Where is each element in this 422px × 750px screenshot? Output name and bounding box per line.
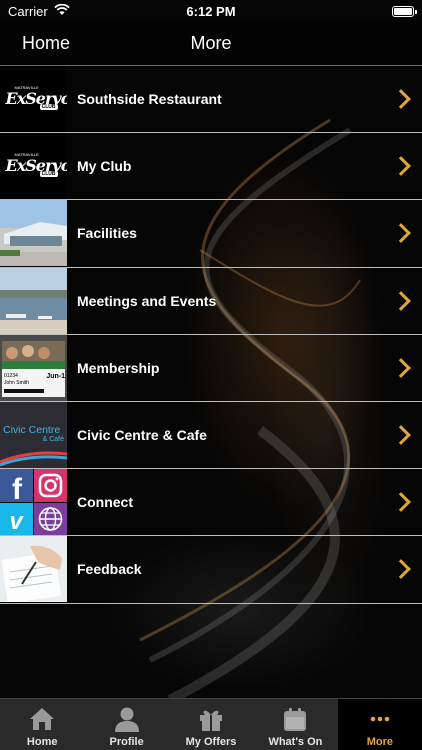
chevron-right-icon bbox=[391, 492, 411, 513]
menu-item-label: Feedback bbox=[77, 561, 142, 578]
svg-text:f: f bbox=[12, 473, 23, 506]
civic-centre-logo-line1: Civic Centre bbox=[3, 424, 61, 437]
tab-label: What's On bbox=[268, 736, 323, 748]
civic-centre-logo-line2: & Café bbox=[42, 436, 64, 444]
home-icon bbox=[28, 705, 56, 733]
civic-centre-logo-thumb: Civic Centre & Café bbox=[0, 402, 67, 469]
membership-card-thumb: Jun-1 01234 John Smith bbox=[0, 334, 67, 401]
card-month: Jun-1 bbox=[46, 372, 65, 380]
tab-whats-on[interactable]: What's On bbox=[253, 699, 337, 750]
more-menu-list: MATRAVILLE ExServos CLUB Southside Resta… bbox=[0, 66, 422, 604]
menu-item-label: Southside Restaurant bbox=[77, 91, 222, 108]
battery-icon bbox=[392, 5, 417, 17]
menu-item-label: Connect bbox=[77, 494, 133, 511]
card-number: 01234 bbox=[4, 372, 18, 379]
chevron-right-icon bbox=[391, 223, 411, 244]
tab-label: More bbox=[366, 736, 393, 748]
building-photo-thumb bbox=[0, 200, 67, 267]
chevron-right-icon bbox=[391, 290, 411, 311]
social-icons-thumb: f v bbox=[0, 469, 67, 536]
menu-item-feedback[interactable]: Feedback bbox=[0, 536, 422, 604]
tab-label: Home bbox=[26, 736, 58, 748]
calendar-icon bbox=[281, 705, 309, 733]
exservos-logo: MATRAVILLE ExServos CLUB bbox=[5, 85, 67, 111]
more-dots-icon bbox=[366, 705, 394, 733]
status-bar: Carrier 6:12 PM bbox=[0, 0, 422, 22]
menu-item-label: Facilities bbox=[77, 225, 137, 242]
chevron-right-icon bbox=[391, 559, 411, 580]
menu-item-label: Meetings and Events bbox=[77, 292, 217, 309]
tab-more[interactable]: More bbox=[337, 699, 422, 750]
person-icon bbox=[113, 705, 141, 733]
menu-item-southside-restaurant[interactable]: MATRAVILLE ExServos CLUB Southside Resta… bbox=[0, 66, 422, 134]
tab-home[interactable]: Home bbox=[0, 699, 84, 750]
tab-bar: Home Profile My Offers What's On More bbox=[0, 698, 422, 750]
page-title: More bbox=[190, 33, 232, 53]
chevron-right-icon bbox=[391, 156, 411, 177]
tab-label: Profile bbox=[109, 736, 144, 748]
waterfront-photo-thumb bbox=[0, 267, 67, 334]
exservos-logo-thumb: MATRAVILLE ExServos CLUB bbox=[0, 133, 67, 200]
menu-item-my-club[interactable]: MATRAVILLE ExServos CLUB My Club bbox=[0, 133, 422, 201]
menu-item-label: Civic Centre & Cafe bbox=[77, 427, 207, 444]
menu-item-label: Membership bbox=[77, 359, 160, 376]
menu-item-membership[interactable]: Jun-1 01234 John Smith Membership bbox=[0, 334, 422, 402]
tab-profile[interactable]: Profile bbox=[84, 699, 168, 750]
exservos-logo: MATRAVILLE ExServos CLUB bbox=[5, 152, 67, 178]
menu-item-label: My Club bbox=[77, 158, 132, 175]
chevron-right-icon bbox=[391, 425, 411, 445]
menu-item-civic-centre-cafe[interactable]: Civic Centre & Café Civic Centre & Cafe bbox=[0, 402, 422, 470]
status-time: 6:12 PM bbox=[186, 3, 236, 19]
menu-item-connect[interactable]: f v Connect bbox=[0, 469, 422, 537]
chevron-right-icon bbox=[391, 357, 411, 378]
tab-my-offers[interactable]: My Offers bbox=[169, 699, 253, 750]
exservos-logo-thumb: MATRAVILLE ExServos CLUB bbox=[0, 66, 67, 133]
tab-label: My Offers bbox=[185, 736, 237, 748]
menu-item-facilities[interactable]: Facilities bbox=[0, 200, 422, 268]
navigation-bar: Home More bbox=[0, 22, 422, 66]
card-name: John Smith bbox=[4, 379, 30, 386]
chevron-right-icon bbox=[391, 89, 411, 109]
svg-text:v: v bbox=[9, 508, 24, 535]
gift-icon bbox=[197, 705, 225, 733]
menu-item-meetings-and-events[interactable]: Meetings and Events bbox=[0, 267, 422, 335]
writing-hand-photo-thumb bbox=[0, 536, 67, 603]
